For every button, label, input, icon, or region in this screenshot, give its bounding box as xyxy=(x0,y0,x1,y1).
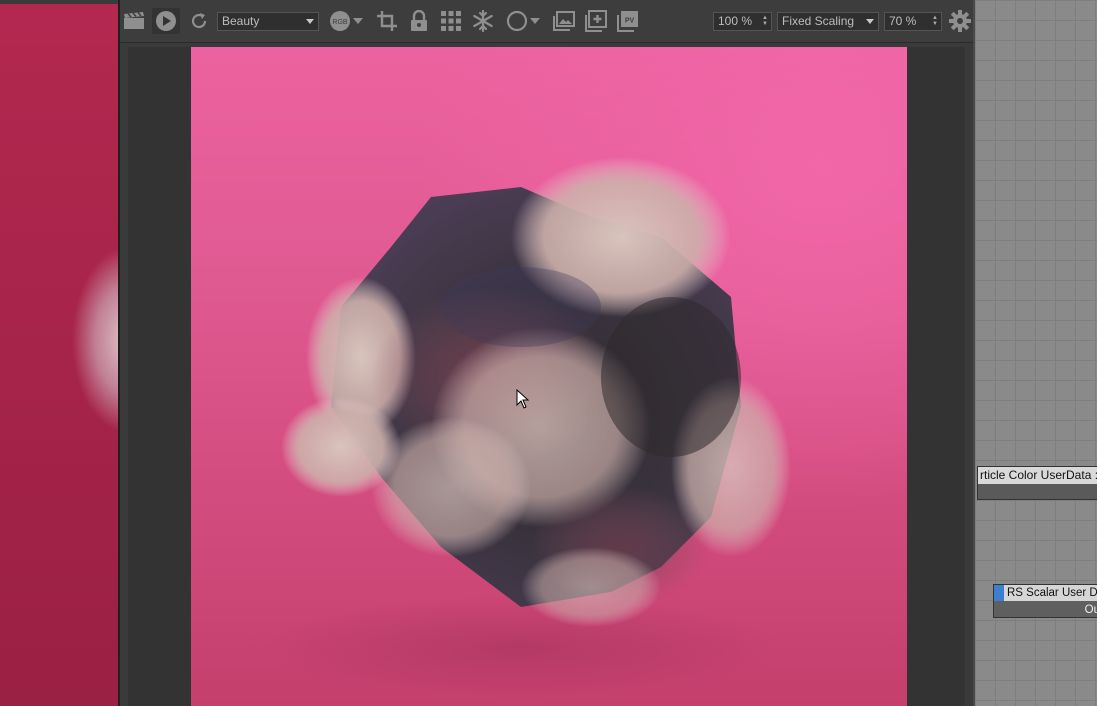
crop-icon[interactable] xyxy=(375,9,399,33)
play-icon[interactable] xyxy=(152,8,180,34)
aov-select-value: Beauty xyxy=(222,14,260,28)
scaling-mode-value: Fixed Scaling xyxy=(782,14,855,28)
node-color-tag xyxy=(994,585,1004,601)
circle-dropdown-caret-icon[interactable] xyxy=(529,9,541,33)
zoom-value: 100 % xyxy=(718,14,753,28)
zoom-input[interactable]: 100 % ▲ ▼ xyxy=(713,12,772,31)
snowflake-icon[interactable] xyxy=(471,9,495,33)
particle-node-title: rticle Color UserData : Co xyxy=(978,467,1097,484)
refresh-icon[interactable] xyxy=(187,9,211,33)
lock-icon[interactable] xyxy=(407,9,431,33)
rgb-dropdown-caret-icon[interactable] xyxy=(352,9,364,33)
zoom-spinner-arrows-icon[interactable]: ▲ ▼ xyxy=(762,15,768,27)
scalar-node-output-port[interactable]: Ou xyxy=(1085,602,1097,618)
image-icon[interactable] xyxy=(552,9,576,33)
background-window-titlebar xyxy=(0,0,118,4)
chevron-down-icon xyxy=(866,19,874,24)
scaling-mode-select[interactable]: Fixed Scaling xyxy=(777,12,879,31)
scale-value: 70 % xyxy=(889,14,917,28)
render-view-window: Beauty RGB PV 100 % ▲ ▼ Fixed Scaling 70… xyxy=(118,0,973,706)
rs-scalar-userdata-node[interactable]: RS Scalar User Dat Ou xyxy=(993,584,1097,618)
node-editor-panel[interactable]: rticle Color UserData : Co RS Scalar Use… xyxy=(973,0,1097,706)
add-image-icon[interactable] xyxy=(584,9,608,33)
particle-sculpture xyxy=(261,157,791,697)
aov-select[interactable]: Beauty xyxy=(217,12,319,31)
rgb-icon[interactable]: RGB xyxy=(328,9,352,33)
background-render-window xyxy=(0,0,118,706)
grid-icon[interactable] xyxy=(439,9,463,33)
scale-input[interactable]: 70 % ▲ ▼ xyxy=(884,12,942,31)
render-view-toolbar: Beauty RGB PV 100 % ▲ ▼ Fixed Scaling 70… xyxy=(120,0,973,43)
mouse-cursor-icon xyxy=(516,389,530,409)
scale-spinner-arrows-icon[interactable]: ▲ ▼ xyxy=(932,15,938,27)
pv-icon[interactable]: PV xyxy=(616,9,640,33)
render-image xyxy=(191,47,907,706)
particle-color-userdata-node[interactable]: rticle Color UserData : Co xyxy=(977,466,1097,500)
render-viewport[interactable] xyxy=(128,47,965,706)
background-render-preview xyxy=(62,230,118,450)
pv-label: PV xyxy=(625,18,635,25)
gear-icon[interactable] xyxy=(948,9,972,33)
circle-icon[interactable] xyxy=(505,9,529,33)
clapper-icon[interactable] xyxy=(122,9,146,33)
rgb-label: RGB xyxy=(332,19,348,26)
chevron-down-icon xyxy=(306,19,314,24)
scalar-node-title: RS Scalar User Dat xyxy=(1004,585,1097,601)
